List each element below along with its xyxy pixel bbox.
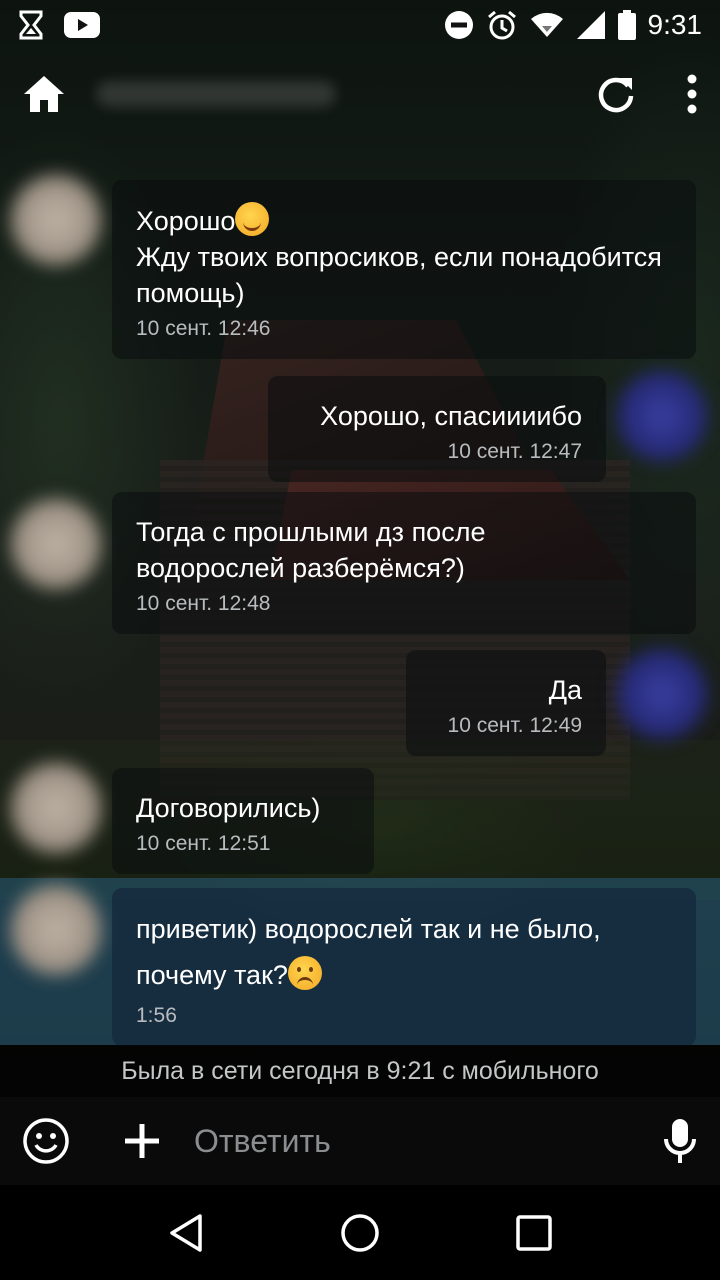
home-icon[interactable] <box>22 74 66 114</box>
microphone-icon[interactable] <box>662 1117 698 1165</box>
more-vertical-icon[interactable] <box>686 74 698 114</box>
message-time: 10 сент. 12:46 <box>136 317 271 340</box>
emoji-icon[interactable] <box>22 1117 70 1165</box>
compose-bar <box>0 1097 720 1185</box>
wifi-icon <box>530 12 564 38</box>
message-bubble-incoming[interactable]: Тогда с прошлыми дз после водорослей раз… <box>112 492 696 634</box>
message-bubble-outgoing[interactable]: Да 10 сент. 12:49 <box>406 650 606 756</box>
message-time: 10 сент. 12:51 <box>136 832 271 855</box>
avatar[interactable] <box>8 496 104 592</box>
add-attachment-icon[interactable] <box>122 1121 162 1161</box>
youtube-icon <box>64 12 100 38</box>
hourglass-icon <box>18 10 44 40</box>
message-text: приветик) водорослей так и не было, поче… <box>136 914 601 990</box>
signal-icon <box>576 10 606 40</box>
refresh-icon[interactable] <box>596 74 636 114</box>
avatar[interactable] <box>8 882 104 978</box>
message-time: 1:56 <box>136 1004 177 1027</box>
message-text: Хорошо Жду твоих вопросиков, если понадоб… <box>136 202 672 311</box>
message-bubble-incoming[interactable]: Хорошо Жду твоих вопросиков, если понадоб… <box>112 180 696 359</box>
avatar[interactable] <box>8 172 104 268</box>
status-bar: 9:31 <box>0 0 720 50</box>
message-text: Договорились) <box>136 793 321 823</box>
status-time: 9:31 <box>647 9 703 40</box>
avatar[interactable] <box>614 646 710 742</box>
message-text: Да <box>548 675 582 705</box>
message-text: Хорошо, спасиииибо <box>320 401 582 431</box>
message-time: 10 сент. 12:47 <box>447 440 582 463</box>
home-circle-icon[interactable] <box>340 1213 380 1253</box>
message-bubble-outgoing[interactable]: Хорошо, спасиииибо 10 сент. 12:47 <box>268 376 606 482</box>
frowning-face-emoji <box>287 956 322 990</box>
recents-icon[interactable] <box>516 1214 552 1251</box>
reply-input[interactable] <box>194 1122 614 1160</box>
battery-icon <box>617 10 636 40</box>
avatar[interactable] <box>614 368 710 464</box>
avatar[interactable] <box>8 760 104 856</box>
do-not-disturb-icon <box>444 10 474 40</box>
back-icon[interactable] <box>168 1213 204 1253</box>
message-text: Тогда с прошлыми дз после водорослей раз… <box>136 517 486 583</box>
message-time: 10 сент. 12:48 <box>136 592 271 615</box>
message-bubble-incoming[interactable]: Договорились) 10 сент. 12:51 <box>112 768 374 874</box>
chat-toolbar <box>0 50 720 138</box>
message-list[interactable]: Хорошо Жду твоих вопросиков, если понадоб… <box>0 140 720 1046</box>
system-nav-bar <box>0 1185 720 1280</box>
contact-name-blurred[interactable] <box>96 81 336 107</box>
last-seen-status: Была в сети сегодня в 9:21 с мобильного <box>0 1045 720 1097</box>
message-bubble-unread[interactable]: приветик) водорослей так и не было, поче… <box>112 888 696 1046</box>
message-time: 10 сент. 12:49 <box>447 714 582 737</box>
alarm-icon <box>486 9 518 41</box>
smiling-face-with-hearts-emoji <box>235 202 270 236</box>
